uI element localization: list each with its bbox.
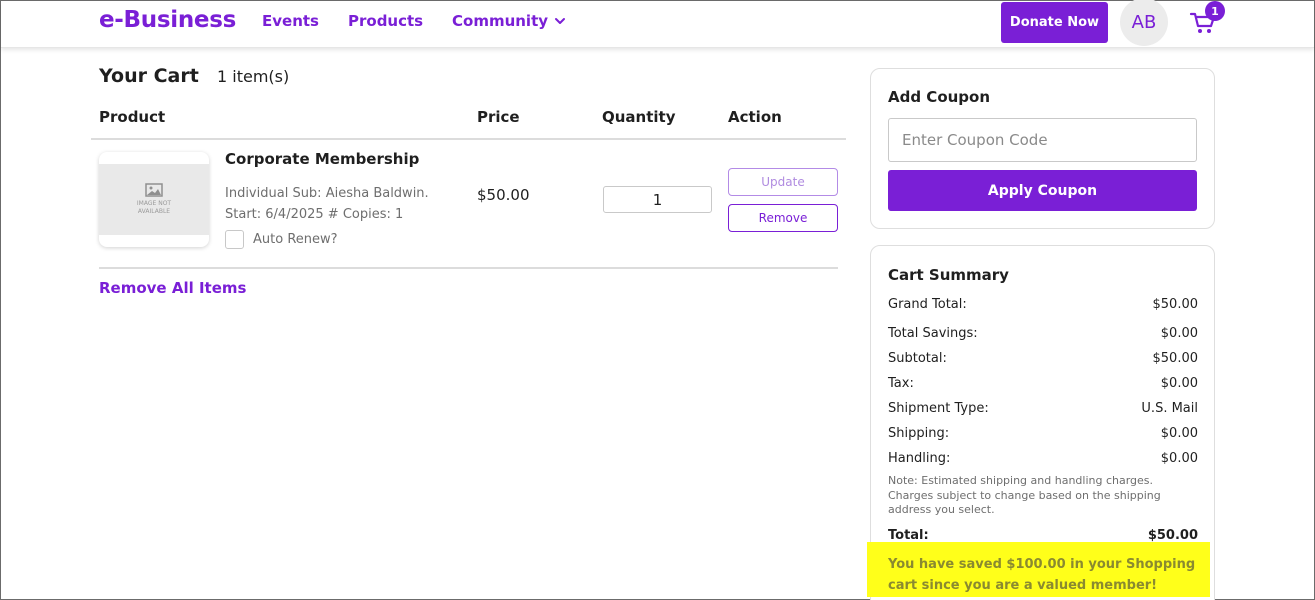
nav-events-link[interactable]: Events bbox=[262, 12, 319, 30]
remove-button[interactable]: Remove bbox=[728, 204, 838, 232]
user-avatar[interactable]: AB bbox=[1120, 0, 1168, 46]
cart-count-badge: 1 bbox=[1205, 1, 1225, 21]
summary-label: Grand Total: bbox=[888, 297, 967, 312]
summary-label: Total Savings: bbox=[888, 326, 978, 341]
auto-renew-label: Auto Renew? bbox=[253, 232, 338, 247]
product-name: Corporate Membership bbox=[225, 150, 420, 168]
summary-value: $0.00 bbox=[1160, 451, 1198, 466]
image-icon bbox=[145, 183, 163, 197]
table-header-divider bbox=[91, 138, 846, 140]
coupon-title: Add Coupon bbox=[888, 88, 991, 106]
column-header-quantity: Quantity bbox=[602, 108, 676, 126]
summary-value: $0.00 bbox=[1160, 376, 1198, 391]
shipping-note: Note: Estimated shipping and handling ch… bbox=[888, 474, 1161, 516]
savings-message: You have saved $100.00 in your Shopping … bbox=[888, 557, 1196, 593]
table-row-divider bbox=[99, 267, 838, 269]
column-header-price: Price bbox=[477, 108, 520, 126]
image-placeholder: IMAGE NOT AVAILABLE bbox=[99, 164, 209, 235]
product-description-line1: Individual Sub: Aiesha Baldwin. bbox=[225, 186, 429, 201]
auto-renew-checkbox[interactable] bbox=[225, 230, 244, 249]
savings-highlight: You have saved $100.00 in your Shopping … bbox=[867, 542, 1210, 597]
product-price: $50.00 bbox=[477, 186, 530, 204]
auto-renew-option[interactable]: Auto Renew? bbox=[225, 230, 338, 249]
summary-value: $0.00 bbox=[1160, 326, 1198, 341]
column-header-action: Action bbox=[728, 108, 782, 126]
summary-value: $0.00 bbox=[1160, 426, 1198, 441]
cart-item-count: 1 item(s) bbox=[217, 67, 290, 86]
column-header-product: Product bbox=[99, 108, 166, 126]
update-button[interactable]: Update bbox=[728, 168, 838, 196]
summary-row-shipment-type: Shipment Type: U.S. Mail bbox=[888, 401, 1198, 416]
image-not-available-text: IMAGE NOT AVAILABLE bbox=[136, 200, 172, 215]
summary-label: Tax: bbox=[888, 376, 914, 391]
cart-title: Your Cart bbox=[99, 65, 199, 87]
remove-all-items-link[interactable]: Remove All Items bbox=[99, 279, 246, 297]
summary-row-shipping: Shipping: $0.00 bbox=[888, 426, 1198, 441]
product-description-line2: Start: 6/4/2025 # Copies: 1 bbox=[225, 207, 404, 222]
product-thumbnail: IMAGE NOT AVAILABLE bbox=[99, 152, 209, 247]
total-label: Total: bbox=[888, 528, 929, 543]
nav-community-label: Community bbox=[452, 12, 549, 30]
nav-community-menu[interactable]: Community bbox=[452, 12, 566, 30]
total-value: $50.00 bbox=[1147, 528, 1198, 543]
top-nav-bar: e-Business Events Products Community Don… bbox=[1, 0, 1314, 48]
cart-summary-title: Cart Summary bbox=[888, 266, 1009, 284]
chevron-down-icon bbox=[555, 18, 566, 24]
summary-row-total-savings: Total Savings: $0.00 bbox=[888, 326, 1198, 341]
summary-row-total: Total: $50.00 bbox=[888, 528, 1198, 543]
summary-label: Shipment Type: bbox=[888, 401, 989, 416]
summary-label: Subtotal: bbox=[888, 351, 947, 366]
brand-logo[interactable]: e-Business bbox=[99, 7, 236, 33]
coupon-code-input[interactable] bbox=[888, 118, 1197, 162]
summary-row-grand-total: Grand Total: $50.00 bbox=[888, 297, 1198, 312]
donate-now-button[interactable]: Donate Now bbox=[1001, 2, 1108, 43]
summary-label: Shipping: bbox=[888, 426, 950, 441]
summary-row-handling: Handling: $0.00 bbox=[888, 451, 1198, 466]
summary-row-subtotal: Subtotal: $50.00 bbox=[888, 351, 1198, 366]
summary-value: $50.00 bbox=[1152, 351, 1199, 366]
cart-button[interactable]: 1 bbox=[1189, 1, 1229, 39]
quantity-input[interactable] bbox=[603, 186, 712, 213]
nav-products-link[interactable]: Products bbox=[348, 12, 423, 30]
summary-label: Handling: bbox=[888, 451, 951, 466]
apply-coupon-button[interactable]: Apply Coupon bbox=[888, 170, 1197, 211]
coupon-card: Add Coupon Apply Coupon bbox=[870, 68, 1215, 229]
summary-row-tax: Tax: $0.00 bbox=[888, 376, 1198, 391]
summary-value: $50.00 bbox=[1152, 297, 1199, 312]
summary-value: U.S. Mail bbox=[1141, 401, 1198, 416]
